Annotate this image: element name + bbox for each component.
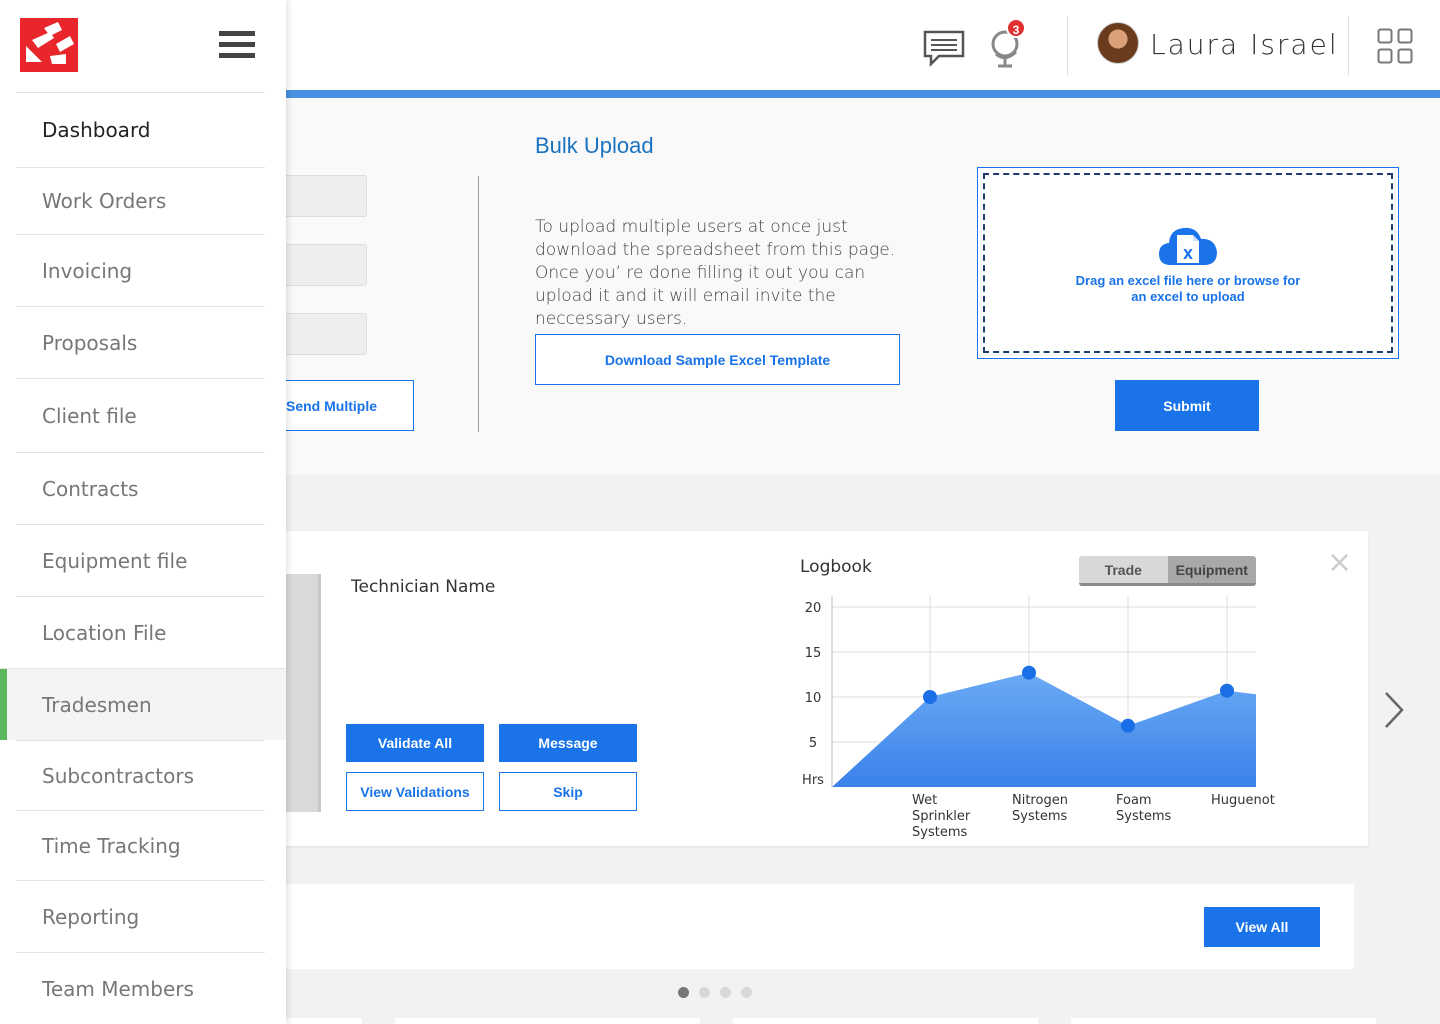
header-divider [1067,16,1068,76]
y-tick-label: 10 [805,691,822,706]
sidebar-item-label: Team Members [42,976,194,1001]
sidebar-item-reporting[interactable]: Reporting [16,880,265,952]
pagination-dot[interactable] [678,987,689,998]
invite-input-3[interactable] [286,313,367,355]
sidebar-nav: Dashboard Work Orders Invoicing Proposals Cl… [0,92,286,1024]
sidebar-item-label: Subcontractors [42,763,195,788]
sidebar-item-label: Equipment file [42,548,188,573]
submit-button[interactable]: Submit [1115,380,1259,431]
pagination-dots [678,987,752,998]
sidebar-item-label: Proposals [42,330,138,355]
user-name[interactable]: Laura Israel [1150,28,1339,61]
chat-icon[interactable] [922,28,966,68]
svg-text:X: X [1183,248,1193,263]
cloud-excel-icon: X [1159,227,1217,265]
data-point [923,690,937,704]
sidebar-item-proposals[interactable]: Proposals [16,306,265,378]
sidebar: Dashboard Work Orders Invoicing Proposals Cl… [0,0,286,1024]
bulk-upload-title: Bulk Upload [535,133,654,158]
logbook-title: Logbook [800,557,872,577]
invite-input-2[interactable] [286,244,367,286]
card-stub [1071,1018,1376,1024]
sidebar-item-dashboard[interactable]: Dashboard [16,92,265,167]
card-stub [733,1018,1038,1024]
notifications-button[interactable]: 3 [986,18,1030,72]
sidebar-item-invoicing[interactable]: Invoicing [16,234,265,306]
close-icon[interactable]: × [1327,545,1352,580]
view-validations-button[interactable]: View Validations [346,772,484,811]
y-tick-label: 15 [805,646,822,661]
sidebar-item-label: Client file [42,403,137,428]
data-point [1022,665,1036,680]
invite-input-1[interactable] [286,175,367,217]
sidebar-item-tradesmen[interactable]: Tradesmen [0,668,286,740]
sidebar-item-subcontractors[interactable]: Subcontractors [16,740,265,810]
data-point [1121,718,1135,733]
file-dropzone[interactable]: X Drag an excel file here or browse for … [977,167,1399,359]
area-series [832,672,1256,787]
x-tick-label: Nitrogen Systems [1012,793,1068,824]
accent-bar [286,90,1440,98]
hamburger-icon[interactable] [219,31,255,61]
logo-icon[interactable] [20,18,78,72]
technician-name: Technician Name [351,577,496,597]
bulk-upload-description: To upload multiple users at once just do… [535,217,896,329]
card-stub [395,1018,700,1024]
sidebar-item-work-orders[interactable]: Work Orders [16,167,265,234]
y-tick-label: 5 [809,736,817,751]
x-tick-label: Huguenot [1211,793,1275,808]
sidebar-item-label: Tradesmen [42,692,152,717]
pagination-dot[interactable] [741,987,752,998]
summary-panel [286,884,1354,969]
dropzone-border: X Drag an excel file here or browse for … [983,173,1393,353]
notification-badge: 3 [1006,18,1026,38]
sidebar-item-team-members[interactable]: Team Members [16,952,265,1024]
chevron-right-icon[interactable] [1382,690,1406,730]
toggle-equipment[interactable]: Equipment [1167,556,1256,583]
sidebar-item-label: Contracts [42,476,139,501]
dropzone-text: Drag an excel file here or browse for an… [1075,273,1301,304]
sidebar-item-label: Invoicing [42,258,133,283]
sidebar-item-label: Reporting [42,904,140,929]
pagination-dot[interactable] [699,987,710,998]
x-tick-label: Wet Sprinkler Systems [912,793,971,840]
header-divider [1348,16,1349,76]
technician-photo [286,574,321,812]
sidebar-item-location-file[interactable]: Location File [16,596,265,668]
trade-equipment-toggle[interactable]: Trade Equipment [1079,556,1256,586]
validate-all-button[interactable]: Validate All [346,724,484,762]
panel-divider [478,176,479,432]
avatar[interactable] [1097,22,1139,64]
download-template-button[interactable]: Download Sample Excel Template [535,334,900,385]
pagination-dot[interactable] [720,987,731,998]
sidebar-item-label: Dashboard [42,118,151,142]
y-tick-label: 20 [805,601,822,616]
view-all-button[interactable]: View All [1204,907,1320,947]
y-axis-label: Hrs [802,773,824,788]
sidebar-item-client-file[interactable]: Client file [16,378,265,452]
toggle-trade[interactable]: Trade [1079,556,1168,583]
sidebar-item-time-tracking[interactable]: Time Tracking [16,810,265,880]
skip-button[interactable]: Skip [499,772,637,811]
data-point [1220,683,1234,698]
sidebar-item-label: Location File [42,620,167,645]
send-multiple-button[interactable]: Send Multiple [286,380,414,431]
sidebar-item-contracts[interactable]: Contracts [16,452,265,524]
message-button[interactable]: Message [499,724,637,762]
sidebar-item-label: Time Tracking [42,833,181,858]
apps-grid-icon[interactable] [1377,28,1413,64]
x-tick-label: Foam Systems [1116,793,1171,824]
card-stub [286,1018,362,1024]
logbook-chart: 20 15 10 5 Hrs Wet Sprinkler Systems Nitrogen Sys… [802,596,1275,840]
sidebar-item-label: Work Orders [42,189,167,213]
sidebar-item-equipment-file[interactable]: Equipment file [16,524,265,596]
